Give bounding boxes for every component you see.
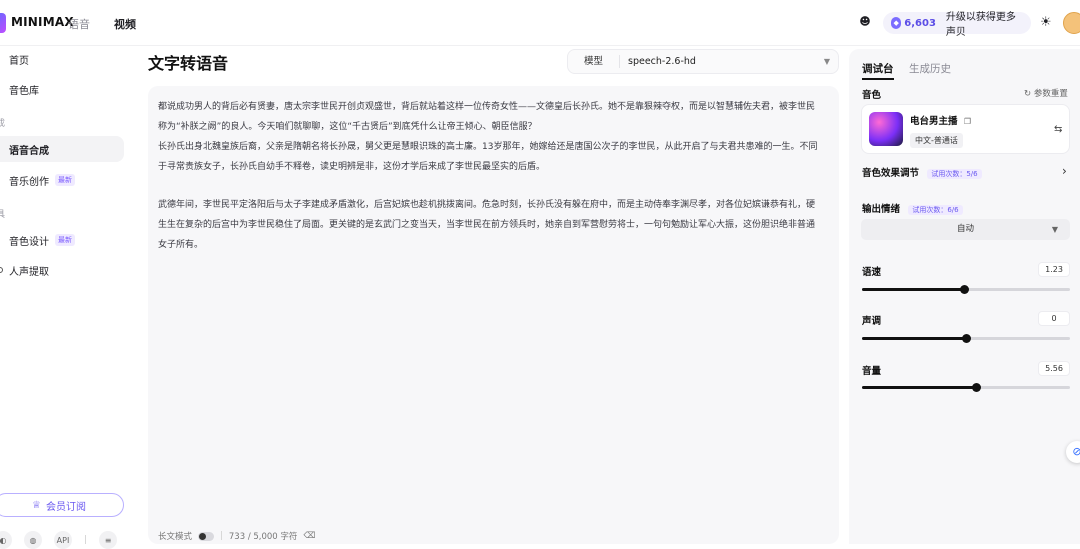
voice-name-text: 电台男主播 xyxy=(910,116,958,127)
voice-section-label: 音色 xyxy=(862,90,882,101)
tab-console[interactable]: 调试台 xyxy=(862,61,894,76)
speed-slider[interactable] xyxy=(862,285,1070,294)
paragraph: 都说成功男人的背后必有贤妻，唐太宗李世民开创贞观盛世，背后就站着这样一位传奇女性… xyxy=(158,102,816,132)
crown-icon: ♕ xyxy=(32,499,41,511)
slider-knob[interactable] xyxy=(962,334,971,343)
effect-adjust-row[interactable]: 音色效果调节 试用次数：5/6 xyxy=(862,165,982,179)
nav-voice[interactable]: 语音 xyxy=(68,16,90,32)
member-subscribe-button[interactable]: ♕ 会员订阅 xyxy=(0,493,124,517)
effect-label: 音色效果调节 xyxy=(862,168,920,179)
sidebar-item-vocal-extraction[interactable]: 人声提取 xyxy=(0,257,124,283)
minimax-logo-icon[interactable] xyxy=(0,13,6,33)
top-bar: MINIMAX 语音 视频 ☻ ◆ 6,603 升级以获得更多声贝 ☀ xyxy=(0,0,1080,46)
long-mode-label: 长文模式 xyxy=(158,532,193,542)
wechat-icon[interactable]: ◍ xyxy=(24,531,42,549)
slider-fill xyxy=(862,337,966,340)
speed-label: 语速 xyxy=(862,267,882,278)
voice-name: 电台男主播 ❐ xyxy=(910,113,971,127)
emotion-trial-badge: 试用次数：6/6 xyxy=(908,205,963,215)
api-link[interactable]: API xyxy=(54,531,72,549)
menu-collapse-icon[interactable]: ≡ xyxy=(99,531,118,549)
emotion-select[interactable]: 自动 ▼ xyxy=(861,219,1070,240)
volume-label: 音量 xyxy=(862,366,882,377)
model-label: 模型 xyxy=(568,55,620,68)
chevron-down-icon: ▼ xyxy=(1051,225,1058,234)
sidebar-item-speech-synthesis[interactable]: 语音合成 xyxy=(0,136,124,162)
emotion-value: 自动 xyxy=(956,224,974,234)
tab-underline xyxy=(862,78,894,80)
pitch-label: 声调 xyxy=(862,316,882,327)
voice-language-tag: 中文-普通话 xyxy=(910,133,963,148)
voice-card[interactable]: 电台男主播 ❐ 中文-普通话 ⇆ xyxy=(861,104,1070,154)
pitch-value[interactable]: 0 xyxy=(1038,311,1070,326)
effect-trial-badge: 试用次数：5/6 xyxy=(927,169,982,179)
sidebar-item-label: 人声提取 xyxy=(9,266,49,278)
sidebar-group-label: 成 xyxy=(0,119,6,129)
credit-count: 6,603 xyxy=(904,17,936,29)
tab-history[interactable]: 生成历史 xyxy=(909,61,951,76)
volume-slider[interactable] xyxy=(862,383,1070,392)
sidebar-item-label: 音色设计 xyxy=(9,236,49,248)
discord-icon[interactable]: ◐ xyxy=(0,531,12,549)
slider-fill xyxy=(862,386,977,389)
voice-thumbnail xyxy=(869,112,903,146)
slider-knob[interactable] xyxy=(959,285,969,294)
nav-video[interactable]: 视频 xyxy=(114,16,136,32)
avatar[interactable] xyxy=(1063,12,1080,34)
upgrade-text: 升级以获得更多声贝 xyxy=(945,12,1016,38)
char-count: 733 / 5,000 字符 xyxy=(228,532,298,542)
clear-icon[interactable]: ⌫ xyxy=(303,531,315,541)
member-label: 会员订阅 xyxy=(45,501,86,513)
reset-icon: ↻ xyxy=(1024,89,1032,99)
copy-icon[interactable]: ❐ xyxy=(964,117,971,126)
sidebar-item-voice-design[interactable]: 音色设计 最新 xyxy=(0,227,124,253)
theme-sun-icon[interactable]: ☀ xyxy=(1040,15,1052,30)
text-editor[interactable]: 都说成功男人的背后必有贤妻，唐太宗李世民开创贞观盛世，背后就站着这样一位传奇女性… xyxy=(148,86,839,544)
divider: | xyxy=(220,531,223,541)
editor-footer: 长文模式 | 733 / 5,000 字符 ⌫ xyxy=(158,530,315,542)
sidebar-item-label: 语音合成 xyxy=(9,145,49,157)
model-select[interactable]: 模型 speech-2.6-hd ▼ xyxy=(567,49,839,74)
credits-upgrade-button[interactable]: ◆ 6,603 升级以获得更多声贝 xyxy=(883,12,1031,38)
page-title: 文字转语音 xyxy=(148,54,229,73)
chevron-right-icon[interactable]: › xyxy=(1062,164,1067,178)
pitch-slider[interactable] xyxy=(862,334,1070,343)
sidebar-item-label: 音色库 xyxy=(9,85,39,97)
emotion-label: 输出情绪 xyxy=(862,204,901,215)
reset-params-button[interactable]: ↻ 参数重置 xyxy=(1024,87,1068,99)
reset-label: 参数重置 xyxy=(1033,89,1068,99)
chevron-down-icon: ▼ xyxy=(823,57,830,66)
sidebar-group-label: 具 xyxy=(0,210,6,220)
sidebar-footer: ◐ ◍ API | ≡ xyxy=(0,531,118,549)
sidebar-item-home[interactable]: 首页 xyxy=(0,46,124,72)
new-badge: 最新 xyxy=(55,174,75,186)
sidebar-item-music-creation[interactable]: 音乐创作 最新 xyxy=(0,167,124,193)
speed-value[interactable]: 1.23 xyxy=(1038,262,1070,277)
robot-icon[interactable]: ☻ xyxy=(858,15,872,29)
paragraph: 武德年间，李世民平定洛阳后与太子李建成矛盾激化，后宫妃嫔也趁机挑拨离间。危急时刻… xyxy=(158,200,816,250)
logo-text[interactable]: MINIMAX xyxy=(11,15,74,29)
sidebar-item-label: 首页 xyxy=(9,55,29,67)
sidebar-item-label: 音乐创作 xyxy=(9,176,49,188)
long-mode-toggle[interactable] xyxy=(198,531,215,541)
model-value: speech-2.6-hd xyxy=(628,56,696,67)
sidebar-item-voice-library[interactable]: 音色库 xyxy=(0,76,124,102)
credit-coin-icon: ◆ xyxy=(891,17,902,29)
swap-voice-icon[interactable]: ⇆ xyxy=(1054,124,1062,135)
new-badge: 最新 xyxy=(55,234,75,246)
volume-value[interactable]: 5.56 xyxy=(1038,361,1070,376)
editor-content[interactable]: 都说成功男人的背后必有贤妻，唐太宗李世民开创贞观盛世，背后就站着这样一位传奇女性… xyxy=(158,97,818,255)
emotion-row: 输出情绪 试用次数：6/6 xyxy=(862,201,963,215)
paragraph: 长孙氏出身北魏皇族后裔，父亲是隋朝名将长孙晟，舅父更是慧眼识珠的高士廉。13岁那… xyxy=(158,142,818,172)
slider-fill xyxy=(862,288,964,291)
